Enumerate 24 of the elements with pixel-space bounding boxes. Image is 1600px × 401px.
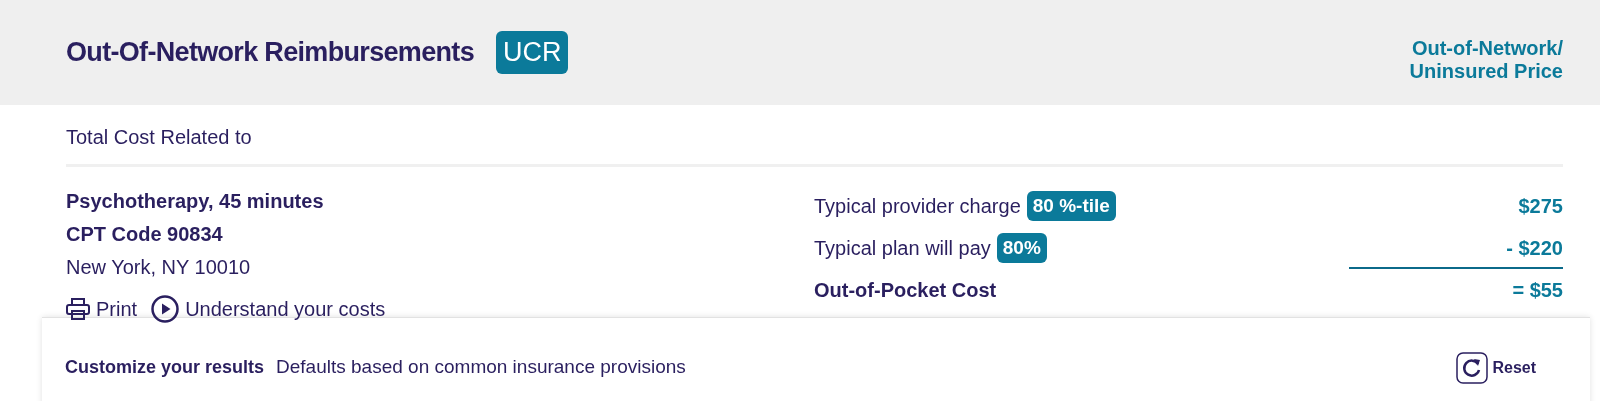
- cost-amount: - $220: [1506, 236, 1563, 261]
- column-heading: Uninsured Price: [1409, 59, 1563, 83]
- play-icon: [151, 295, 180, 323]
- customize-title: Customize your results: [65, 356, 265, 379]
- page-title: Out-Of-Network Reimbursements: [66, 36, 474, 70]
- cost-amount: $275: [1518, 194, 1563, 219]
- customize-note: Defaults based on common insurance provisions: [276, 355, 686, 380]
- understand-costs-link[interactable]: Understand your costs: [151, 294, 386, 324]
- location-text: New York, NY 10010: [66, 255, 252, 280]
- printer-icon: [66, 298, 90, 320]
- percent-badge: 80 %-tile: [1026, 190, 1116, 222]
- total-amount: = $55: [1512, 278, 1563, 303]
- section-subheading: Total Cost Related to: [66, 125, 252, 150]
- total-label: Out-of-Pocket Cost: [814, 278, 997, 303]
- reset-button[interactable]: Reset: [1456, 351, 1536, 384]
- cpt-code: CPT Code 90834: [66, 222, 224, 247]
- percent-badge: 80%: [996, 232, 1047, 264]
- column-heading: Out-of-Network/: [1411, 36, 1563, 60]
- cost-label: Typical plan will pay: [814, 236, 991, 261]
- print-link[interactable]: Print: [66, 294, 138, 324]
- service-name: Psychotherapy, 45 minutes: [66, 189, 325, 214]
- ucr-badge: UCR: [496, 31, 569, 74]
- cost-label: Typical provider charge: [814, 194, 1021, 219]
- reset-icon: [1456, 351, 1489, 384]
